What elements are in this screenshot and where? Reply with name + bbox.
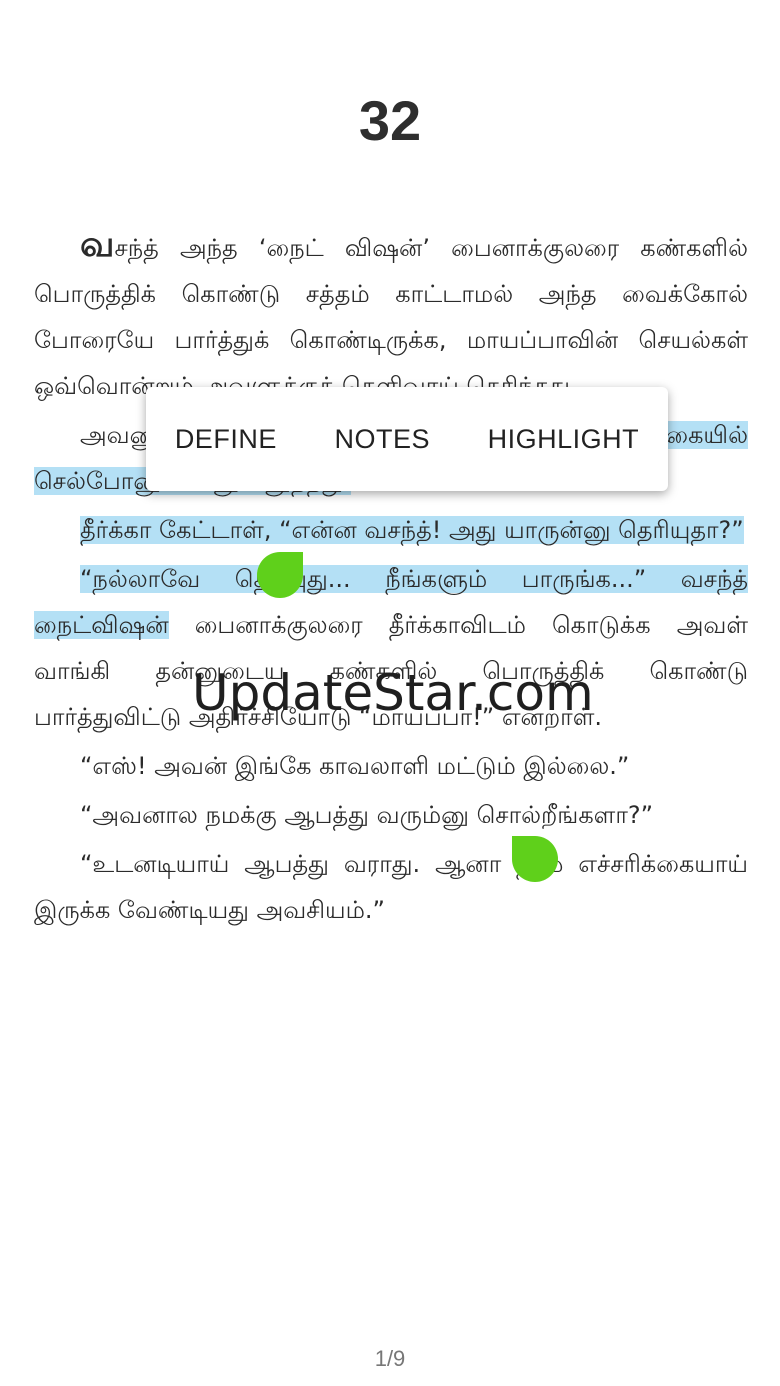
reader-page: 32 வசந்த் அந்த ‘நைட் விஷன்’ பைனாக்குலரை … <box>0 0 780 1386</box>
paragraph-3: தீர்க்கா கேட்டாள், “என்ன வசந்த்! அது யார… <box>34 507 748 553</box>
highlight-button[interactable]: HIGHLIGHT <box>482 414 646 465</box>
selection-start-handle[interactable] <box>257 552 303 598</box>
paragraph-text: சந்த் அந்த ‘நைட் விஷன்’ பைனாக்குலரை கண்க… <box>34 234 748 400</box>
define-button[interactable]: DEFINE <box>169 414 283 465</box>
paragraph-text: “எஸ்! அவன் இங்கே காவலாளி மட்டும் இல்லை.” <box>80 752 630 780</box>
selection-menu: DEFINE NOTES HIGHLIGHT <box>146 387 668 491</box>
page-indicator: 1/9 <box>374 1346 406 1371</box>
paragraph-text: “அவனால நமக்கு ஆபத்து வரும்னு சொல்றீங்களா… <box>80 801 654 829</box>
selection-end-handle[interactable] <box>512 836 558 882</box>
chapter-number: 32 <box>358 89 422 152</box>
book-text: வசந்த் அந்த ‘நைட் விஷன்’ பைனாக்குலரை கண்… <box>34 222 748 936</box>
drop-cap: வ <box>80 224 115 265</box>
paragraph-7: “உடனடியாய் ஆபத்து வராது. ஆனா நாம எச்சரிக… <box>34 841 748 933</box>
watermark: UpdateStar.com <box>192 664 594 722</box>
paragraph-text: “உடனடியாய் ஆபத்து வராது. ஆனா நாம எச்சரிக… <box>34 850 748 924</box>
paragraph-1: வசந்த் அந்த ‘நைட் விஷன்’ பைனாக்குலரை கண்… <box>34 222 748 409</box>
selected-text[interactable]: தீர்க்கா கேட்டாள், “என்ன வசந்த்! அது யார… <box>80 516 744 544</box>
paragraph-6: “அவனால நமக்கு ஆபத்து வரும்னு சொல்றீங்களா… <box>34 792 748 838</box>
notes-button[interactable]: NOTES <box>328 414 436 465</box>
paragraph-5: “எஸ்! அவன் இங்கே காவலாளி மட்டும் இல்லை.” <box>34 743 748 789</box>
